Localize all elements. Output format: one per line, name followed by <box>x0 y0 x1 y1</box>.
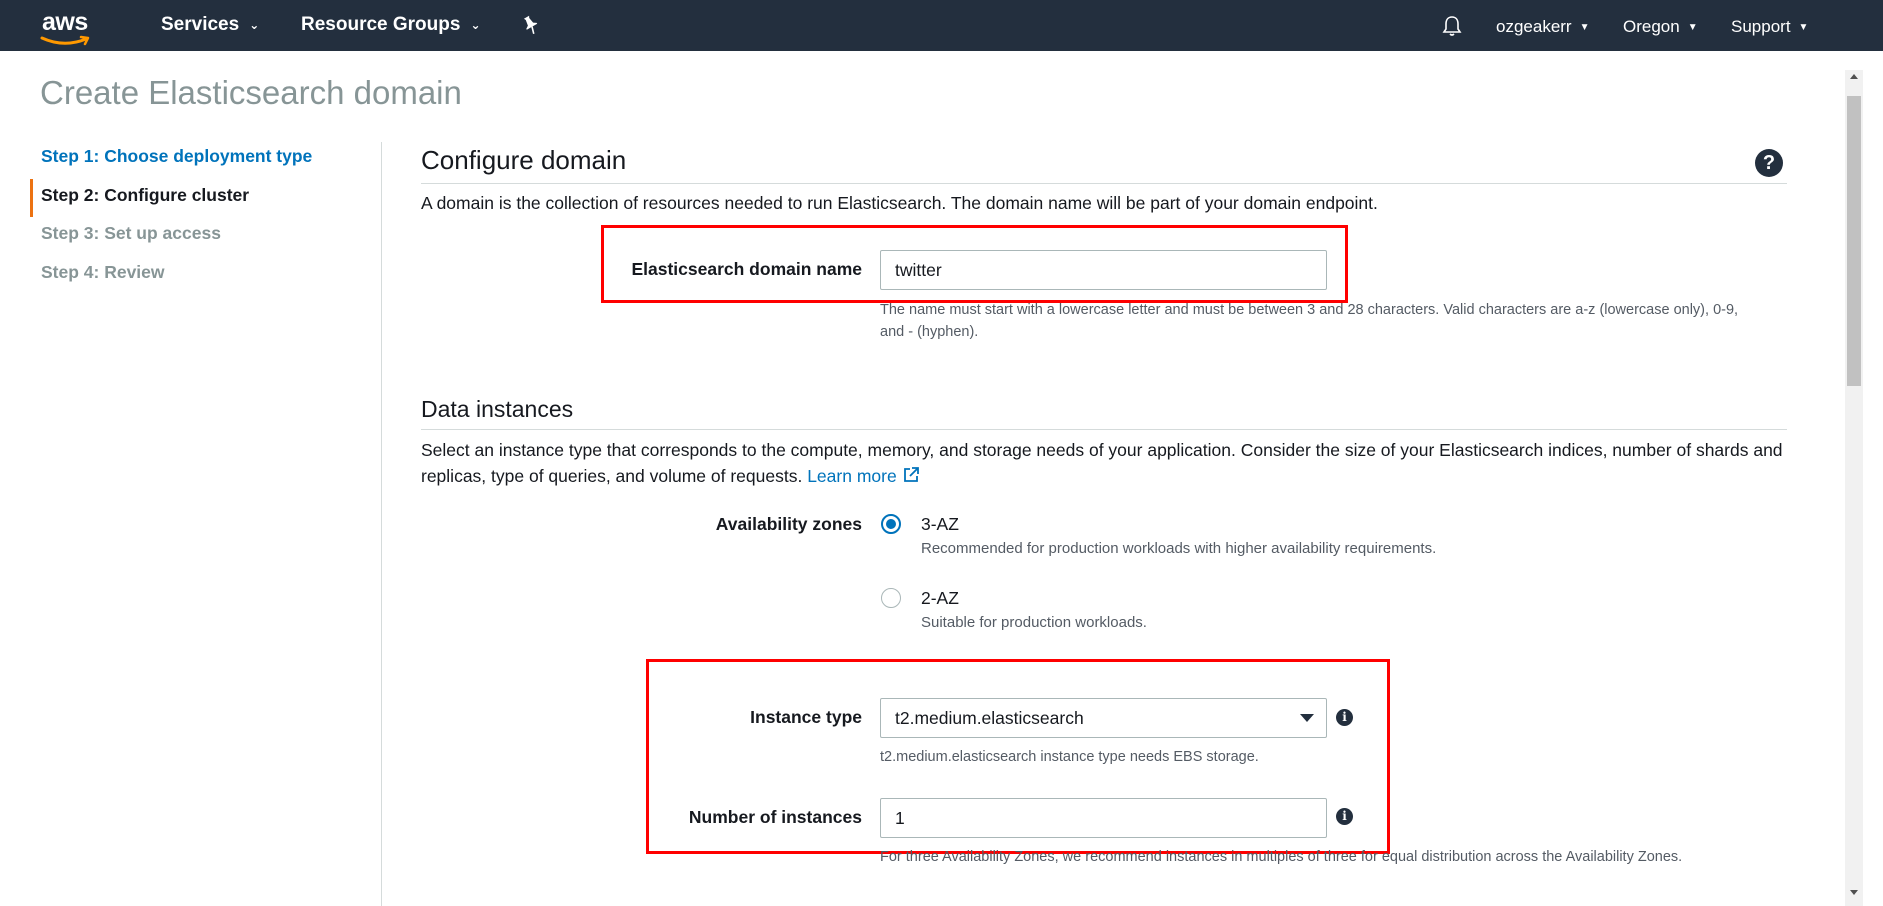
number-of-instances-hint: For three Availability Zones, we recomme… <box>880 849 1683 865</box>
aws-smile-icon <box>40 35 90 46</box>
user-menu[interactable]: ozgeakerr ▼ <box>1496 17 1590 37</box>
data-instances-description-text: replicas, type of queries, and volume of… <box>421 466 803 486</box>
number-of-instances-input[interactable] <box>880 798 1327 838</box>
caret-down-icon: ▼ <box>1798 22 1809 34</box>
scrollbar-thumb[interactable] <box>1847 96 1861 386</box>
page-scrollbar[interactable] <box>1845 70 1863 906</box>
az-2-description: Suitable for production workloads. <box>921 614 1147 631</box>
help-icon[interactable]: ? <box>1755 149 1783 177</box>
chevron-down-icon: ⌄ <box>249 17 260 32</box>
configure-domain-title: Configure domain <box>421 145 627 175</box>
chevron-down-icon: ⌄ <box>470 17 481 32</box>
caret-down-icon: ▼ <box>1687 22 1698 34</box>
resource-groups-menu[interactable]: Resource Groups ⌄ <box>301 14 481 36</box>
info-icon[interactable]: i <box>1336 808 1353 825</box>
pin-icon[interactable] <box>522 15 540 35</box>
instance-type-select[interactable]: t2.medium.elasticsearch <box>880 698 1327 738</box>
step-configure-cluster: Step 2: Configure cluster <box>30 178 382 217</box>
section-divider <box>421 183 1787 184</box>
steps-divider <box>381 142 382 906</box>
data-instances-description-line-2: replicas, type of queries, and volume of… <box>421 463 920 489</box>
data-instances-title: Data instances <box>421 396 574 422</box>
availability-zones-label: Availability zones <box>715 514 862 534</box>
scroll-up-arrow-icon[interactable] <box>1850 74 1858 79</box>
az-2-label: 2-AZ <box>921 588 959 608</box>
instance-type-label: Instance type <box>750 707 862 727</box>
aws-logo[interactable]: aws <box>40 8 96 46</box>
az-3-description: Recommended for production workloads wit… <box>921 540 1437 557</box>
support-label: Support <box>1731 17 1791 36</box>
support-menu[interactable]: Support ▼ <box>1731 17 1808 37</box>
caret-down-icon: ▼ <box>1579 22 1590 34</box>
caret-down-icon <box>1300 714 1314 722</box>
configure-domain-description: A domain is the collection of resources … <box>421 193 1378 213</box>
data-instances-description-line-1: Select an instance type that corresponds… <box>421 440 1783 460</box>
instance-type-value: t2.medium.elasticsearch <box>895 708 1084 728</box>
instance-type-hint: t2.medium.elasticsearch instance type ne… <box>880 749 1259 765</box>
info-icon[interactable]: i <box>1336 709 1353 726</box>
resource-groups-label: Resource Groups <box>301 14 461 35</box>
az-2-radio[interactable] <box>881 588 901 608</box>
region-menu[interactable]: Oregon ▼ <box>1623 17 1698 37</box>
external-link-icon <box>903 467 919 482</box>
domain-name-input[interactable] <box>880 250 1327 290</box>
step-choose-deployment-type[interactable]: Step 1: Choose deployment type <box>30 140 382 179</box>
learn-more-link[interactable]: Learn more <box>807 466 919 486</box>
page-title: Create Elasticsearch domain <box>40 74 462 111</box>
section-divider <box>421 429 1787 430</box>
step-review: Step 4: Review <box>41 261 165 282</box>
learn-more-label: Learn more <box>807 466 897 486</box>
step-set-up-access: Step 3: Set up access <box>41 223 221 243</box>
scroll-down-arrow-icon[interactable] <box>1850 890 1858 895</box>
az-3-label: 3-AZ <box>921 514 959 534</box>
domain-name-hint-line-2: and - (hyphen). <box>880 324 979 340</box>
az-3-radio[interactable] <box>881 514 901 534</box>
domain-name-label: Elasticsearch domain name <box>631 259 862 279</box>
region-name: Oregon <box>1623 17 1680 36</box>
aws-logo-text: aws <box>42 8 88 36</box>
user-name: ozgeakerr <box>1496 17 1572 36</box>
services-label: Services <box>161 14 240 35</box>
bell-icon[interactable] <box>1442 15 1462 37</box>
domain-name-hint-line-1: The name must start with a lowercase let… <box>880 302 1739 318</box>
services-menu[interactable]: Services ⌄ <box>161 14 259 36</box>
number-of-instances-label: Number of instances <box>688 807 862 827</box>
wizard-steps: Step 1: Choose deployment type Step 2: C… <box>30 140 382 294</box>
top-navigation-bar: aws Services ⌄ Resource Groups ⌄ ozgeakerr… <box>0 0 1883 51</box>
